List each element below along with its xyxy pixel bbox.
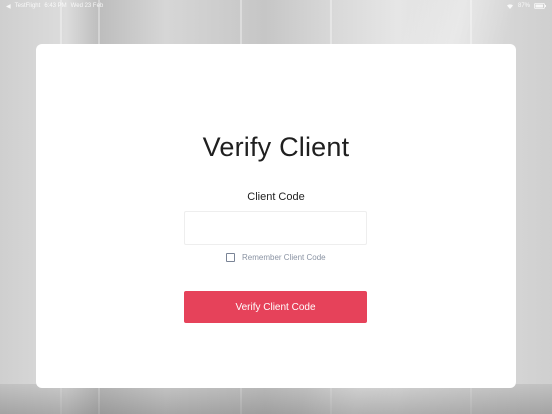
client-code-input[interactable] — [184, 211, 367, 245]
remember-client-code[interactable]: Remember Client Code — [226, 253, 326, 262]
battery-percent: 87% — [517, 3, 530, 9]
status-time: 6:43 PM — [44, 3, 67, 9]
status-back-app[interactable]: TestFlight — [15, 3, 41, 9]
verify-client-code-button[interactable]: Verify Client Code — [184, 291, 367, 323]
battery-icon — [534, 3, 546, 9]
wifi-icon — [506, 3, 514, 9]
status-bar: ◀ TestFlight 6:43 PM Wed 23 Feb 87% — [0, 0, 552, 12]
client-code-label: Client Code — [247, 191, 305, 203]
page-title: Verify Client — [202, 132, 350, 162]
status-date: Wed 23 Feb — [70, 3, 104, 9]
verify-client-card: Verify Client Client Code Remember Clien… — [36, 44, 516, 388]
remember-checkbox[interactable] — [226, 253, 235, 262]
back-arrow-icon[interactable]: ◀ — [6, 3, 11, 10]
remember-label[interactable]: Remember Client Code — [242, 253, 326, 262]
